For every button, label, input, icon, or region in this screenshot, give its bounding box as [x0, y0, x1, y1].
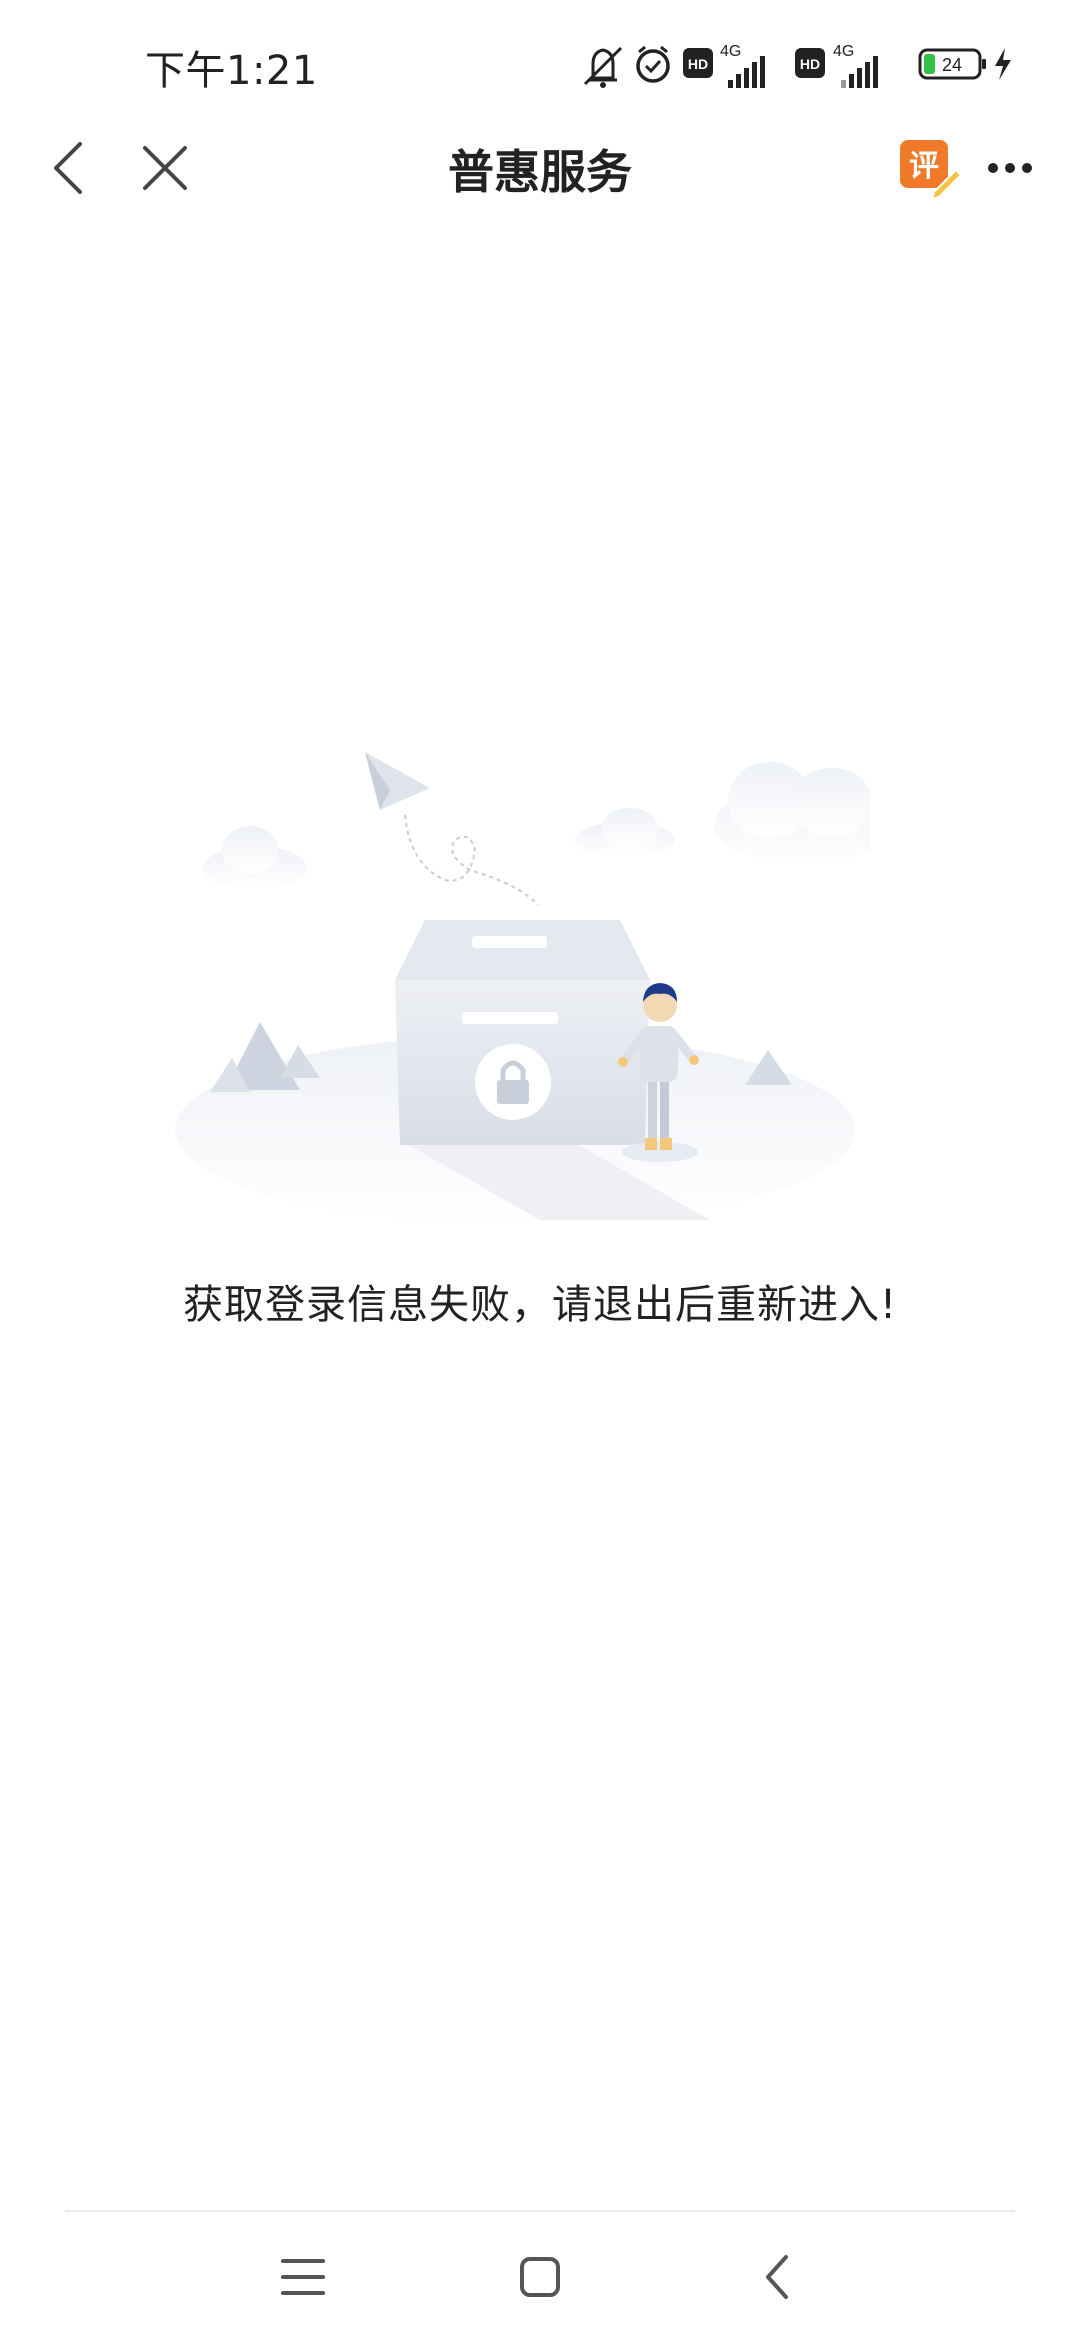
svg-text:4G: 4G [833, 43, 854, 60]
svg-text:4G: 4G [720, 43, 741, 60]
error-message: 获取登录信息失败，请退出后重新进入! [182, 1282, 898, 1328]
status-bar: 下午1:21 HD 4G HD 4G 24 [0, 0, 1080, 130]
svg-text:HD: HD [800, 56, 820, 72]
cloud-right [714, 762, 870, 865]
charging-icon [995, 48, 1011, 80]
hd-icon: HD [795, 48, 825, 78]
battery-icon: 24 [918, 48, 986, 80]
svg-text:24: 24 [942, 55, 962, 75]
mute-bell-icon [583, 46, 623, 88]
signal-icon: 4G [720, 43, 765, 88]
svg-text:HD: HD [688, 56, 708, 72]
login-failed-illustration [175, 752, 870, 1225]
close-icon[interactable] [135, 138, 195, 198]
paper-plane [365, 752, 430, 810]
locked-box [395, 920, 650, 1145]
status-icons: HD 4G HD 4G 24 [583, 43, 1011, 88]
menu-icon[interactable] [273, 2247, 333, 2307]
review-icon[interactable]: 评 [898, 138, 962, 202]
more-icon[interactable] [985, 148, 1035, 188]
signal-icon: 4G [833, 43, 878, 88]
alarm-icon [636, 45, 670, 83]
svg-text:评: 评 [909, 149, 939, 184]
back-icon[interactable] [748, 2247, 808, 2307]
home-icon[interactable] [510, 2247, 570, 2307]
hd-icon: HD [683, 48, 713, 78]
page-title: 普惠服务 [448, 145, 632, 199]
paper-plane-trail [404, 814, 539, 906]
cloud-middle [575, 808, 675, 858]
status-time: 下午1:21 [145, 48, 318, 94]
cloud-left [203, 826, 307, 890]
back-icon[interactable] [40, 138, 100, 198]
